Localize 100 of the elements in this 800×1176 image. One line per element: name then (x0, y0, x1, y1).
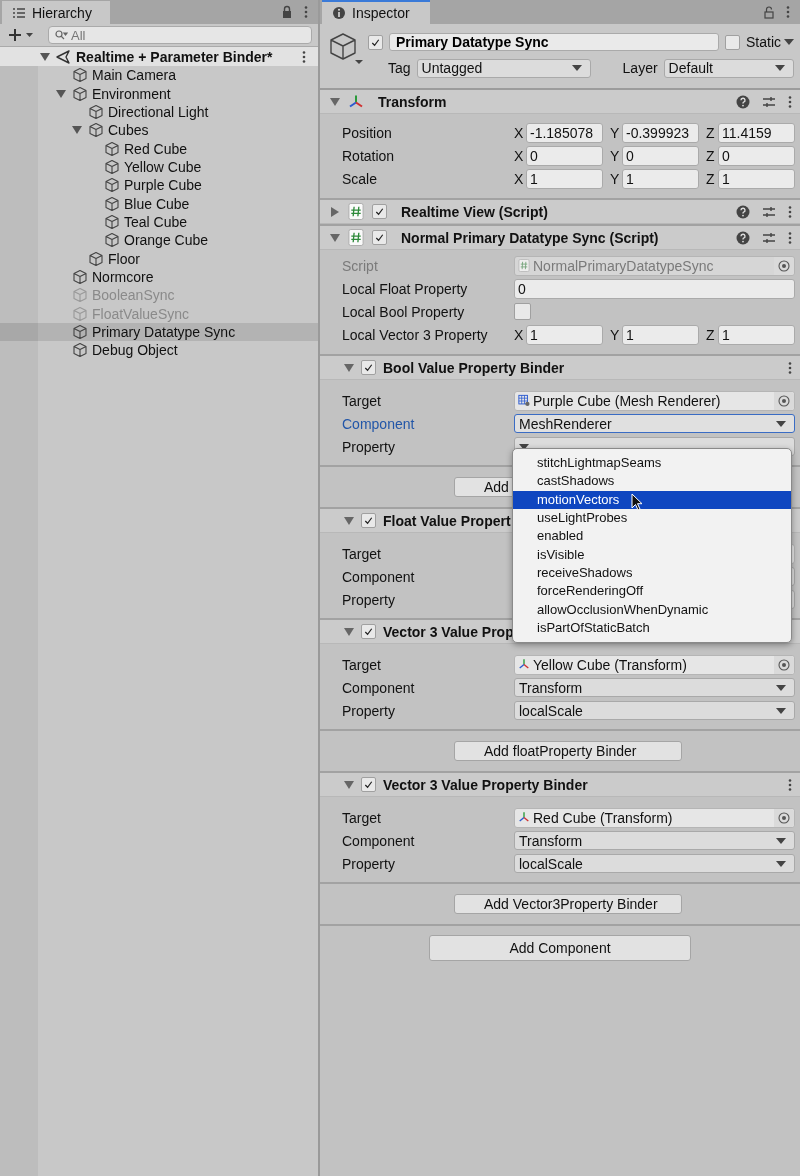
dropdown[interactable]: MeshRenderer (514, 414, 795, 433)
hierarchy-item[interactable]: Normcore (0, 267, 318, 287)
component-header[interactable]: Normal Primary Datatype Sync (Script) (320, 226, 800, 250)
object-picker-icon[interactable] (778, 811, 790, 824)
layer-dropdown[interactable]: Default (663, 58, 794, 78)
component-header[interactable]: Realtime View (Script) (320, 200, 800, 224)
hierarchy-item[interactable]: Orange Cube (0, 231, 318, 250)
number-field[interactable]: 0 (622, 145, 699, 166)
number-field[interactable]: 1 (622, 324, 699, 345)
static-checkbox[interactable] (725, 34, 740, 50)
number-field[interactable]: 1 (718, 168, 795, 189)
expand-arrow-icon[interactable] (72, 125, 82, 136)
foldout-arrow-icon[interactable] (344, 515, 354, 526)
hierarchy-item[interactable]: Environment (0, 84, 318, 103)
hierarchy-item[interactable]: Main Camera (0, 66, 318, 85)
add-binder-button[interactable]: Add floatProperty Binder (454, 741, 682, 761)
active-checkbox[interactable] (368, 34, 383, 50)
cube-icon[interactable] (328, 32, 364, 66)
dropdown[interactable]: Transform (514, 831, 795, 850)
foldout-arrow-icon[interactable] (344, 626, 354, 637)
help-icon[interactable] (736, 94, 750, 109)
foldout-arrow-icon[interactable] (330, 96, 340, 107)
add-component-button[interactable]: Add Component (429, 935, 691, 961)
hierarchy-item[interactable]: Floor (0, 249, 318, 268)
hierarchy-item[interactable]: Blue Cube (0, 194, 318, 213)
component-header[interactable]: Vector 3 Value Property Binder (320, 773, 800, 797)
object-picker-icon[interactable] (778, 394, 790, 407)
static-dropdown[interactable]: Static (746, 34, 794, 50)
hierarchy-item[interactable]: Primary Datatype Sync (0, 322, 318, 342)
object-field[interactable]: Yellow Cube (Transform) (514, 654, 795, 675)
tag-dropdown[interactable]: Untagged (416, 58, 591, 78)
number-field[interactable]: 1 (526, 324, 603, 345)
menu-option[interactable]: castShadows (513, 472, 791, 491)
more-options-icon[interactable] (786, 5, 790, 19)
object-field[interactable]: Red Cube (Transform) (514, 807, 795, 828)
hierarchy-tab[interactable]: Hierarchy (2, 1, 110, 24)
enabled-checkbox[interactable] (372, 204, 387, 219)
menu-option[interactable]: motionVectors (513, 490, 791, 510)
hierarchy-item[interactable]: Yellow Cube (0, 157, 318, 177)
name-field[interactable]: Primary Datatype Sync (389, 33, 719, 51)
scene-item[interactable]: Realtime + Parameter Binder* (0, 47, 318, 66)
inspector-tab[interactable]: Inspector (322, 0, 430, 24)
hierarchy-item[interactable]: Debug Object (0, 341, 318, 360)
menu-option[interactable]: isVisible (513, 545, 791, 565)
menu-option[interactable]: useLightProbes (513, 509, 791, 528)
checkbox[interactable] (514, 303, 531, 320)
search-field[interactable]: All (48, 26, 312, 44)
number-field[interactable]: 1 (526, 168, 603, 189)
more-options-icon[interactable] (788, 360, 792, 375)
dropdown[interactable]: localScale (514, 854, 795, 873)
number-field[interactable]: 11.4159 (718, 122, 795, 143)
expand-arrow-icon[interactable] (56, 88, 66, 99)
menu-option[interactable]: enabled (513, 527, 791, 546)
menu-option[interactable]: isPartOfStaticBatch (513, 619, 791, 638)
expand-arrow-icon[interactable] (40, 51, 50, 62)
more-options-icon[interactable] (788, 230, 792, 245)
dropdown[interactable]: Transform (514, 678, 795, 697)
enabled-checkbox[interactable] (361, 624, 376, 639)
hierarchy-item[interactable]: Red Cube (0, 139, 318, 158)
foldout-arrow-icon[interactable] (344, 362, 354, 373)
more-options-icon[interactable] (788, 94, 792, 109)
number-field[interactable]: 0 (514, 278, 795, 299)
add-dropdown-icon[interactable] (8, 28, 34, 42)
enabled-checkbox[interactable] (361, 360, 376, 375)
unlock-icon[interactable] (762, 5, 776, 19)
more-options-icon[interactable] (304, 5, 308, 19)
more-options-icon[interactable] (302, 49, 306, 64)
menu-option[interactable]: stitchLightmapSeams (513, 454, 791, 473)
presets-icon[interactable] (762, 230, 776, 245)
dropdown[interactable]: localScale (514, 701, 795, 720)
hierarchy-item[interactable]: Cubes (0, 121, 318, 140)
number-field[interactable]: 0 (718, 145, 795, 166)
object-field[interactable]: Purple Cube (Mesh Renderer) (514, 390, 795, 411)
foldout-arrow-icon[interactable] (330, 232, 340, 243)
enabled-checkbox[interactable] (372, 230, 387, 245)
add-binder-button[interactable]: Add Vector3Property Binder (454, 894, 682, 914)
hierarchy-item[interactable]: Directional Light (0, 102, 318, 122)
component-header[interactable]: Transform (320, 90, 800, 114)
presets-icon[interactable] (762, 204, 776, 219)
number-field[interactable]: -0.399923 (622, 122, 699, 143)
menu-option[interactable]: allowOcclusionWhenDynamic (513, 600, 791, 620)
component-header[interactable]: Bool Value Property Binder (320, 356, 800, 380)
number-field[interactable]: 0 (526, 145, 603, 166)
help-icon[interactable] (736, 230, 750, 245)
more-options-icon[interactable] (788, 204, 792, 219)
foldout-arrow-icon[interactable] (330, 206, 340, 217)
object-picker-icon[interactable] (778, 259, 790, 272)
more-options-icon[interactable] (788, 777, 792, 792)
number-field[interactable]: -1.185078 (526, 122, 603, 143)
hierarchy-item[interactable]: Purple Cube (0, 176, 318, 195)
object-picker-icon[interactable] (778, 658, 790, 671)
help-icon[interactable] (736, 204, 750, 219)
menu-option[interactable]: receiveShadows (513, 564, 791, 583)
lock-icon[interactable] (280, 5, 294, 19)
menu-option[interactable]: forceRenderingOff (513, 582, 791, 601)
number-field[interactable]: 1 (718, 324, 795, 345)
presets-icon[interactable] (762, 94, 776, 109)
enabled-checkbox[interactable] (361, 777, 376, 792)
hierarchy-item[interactable]: Teal Cube (0, 212, 318, 232)
foldout-arrow-icon[interactable] (344, 779, 354, 790)
